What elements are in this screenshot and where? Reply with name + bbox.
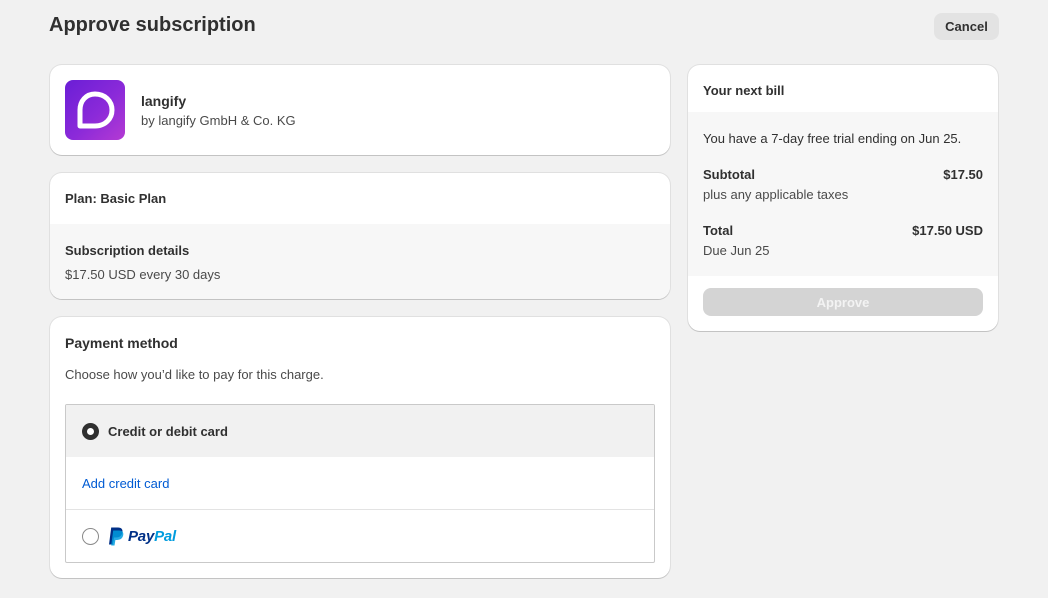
total-value: $17.50 USD (912, 223, 983, 238)
app-vendor: by langify GmbH & Co. KG (141, 113, 296, 128)
plan-card: Plan: Basic Plan Subscription details $1… (50, 173, 670, 299)
total-label: Total (703, 223, 734, 238)
add-credit-card-link[interactable]: Add credit card (82, 476, 169, 491)
next-bill-title: Your next bill (703, 83, 785, 98)
page-title: Approve subscription (49, 14, 256, 36)
next-bill-card: Your next bill You have a 7-day free tri… (688, 65, 998, 331)
cancel-button[interactable]: Cancel (934, 13, 999, 40)
subtotal-note: plus any applicable taxes (703, 187, 849, 202)
paypal-wordmark-pal: Pal (154, 527, 177, 545)
paypal-icon (109, 527, 124, 545)
subscription-price: $17.50 USD every 30 days (65, 267, 221, 282)
payment-method-card: Payment method Choose how you’d like to … (50, 317, 670, 578)
app-name: langify (141, 93, 187, 109)
subscription-details-title: Subscription details (65, 243, 190, 258)
payment-options: Credit or debit card Add credit card Pay… (65, 404, 655, 563)
payment-method-subtitle: Choose how you’d like to pay for this ch… (65, 367, 324, 382)
card-option-label[interactable]: Credit or debit card (108, 424, 228, 439)
app-card: langify by langify GmbH & Co. KG (50, 65, 670, 155)
approve-button[interactable]: Approve (703, 288, 983, 316)
subtotal-label: Subtotal (703, 167, 755, 182)
plan-title: Plan: Basic Plan (65, 191, 167, 206)
trial-notice: You have a 7-day free trial ending on Ju… (703, 131, 962, 146)
subtotal-value: $17.50 (943, 167, 983, 182)
langify-logo-icon (65, 80, 125, 140)
paypal-wordmark-pay: Pay (128, 527, 155, 545)
payment-method-title: Payment method (65, 335, 178, 351)
paypal-option[interactable]: PayPal (108, 525, 176, 547)
subscription-details-section (50, 224, 670, 299)
add-card-row: Add credit card (66, 457, 654, 510)
payment-option-card[interactable]: Credit or debit card (66, 405, 654, 457)
card-radio[interactable] (82, 423, 99, 440)
paypal-wordmark: PayPal (128, 528, 176, 545)
total-due-date: Due Jun 25 (703, 243, 770, 258)
paypal-radio[interactable] (82, 528, 99, 545)
